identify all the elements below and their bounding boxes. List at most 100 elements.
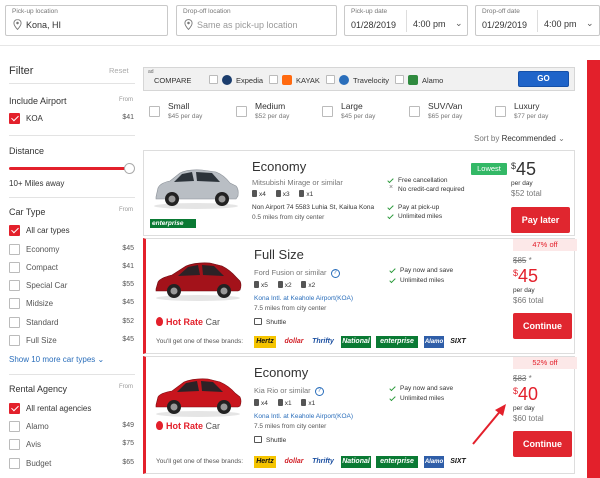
reset-link[interactable]: Reset: [109, 66, 129, 75]
show-more-car-types-link[interactable]: Show 10 more car types ⌄: [9, 355, 104, 364]
result-card-hot-rate[interactable]: Hot Rate Car Economy Kia Rio or similar?…: [143, 356, 577, 474]
checkbox[interactable]: [9, 317, 20, 328]
result-card-hot-rate[interactable]: Hot Rate Car Full Size Ford Fusion or si…: [143, 238, 577, 354]
checkbox[interactable]: [9, 421, 20, 432]
person-icon: [252, 190, 257, 197]
car-type-economy-checkbox[interactable]: Economy $45: [9, 244, 134, 256]
map-pin-icon: [184, 19, 193, 30]
car-type-fullsize-checkbox[interactable]: Full Size $45: [9, 335, 134, 347]
pickup-time-select[interactable]: 4:00 pm: [413, 19, 446, 29]
discount-badge: 47% off: [513, 239, 577, 251]
pickup-location-field[interactable]: Pick-up location Kona, HI: [5, 5, 168, 36]
price-value: 45: [518, 266, 539, 286]
car-type-midsize-checkbox[interactable]: Midsize $45: [9, 298, 134, 310]
person-icon: [254, 399, 259, 406]
check-icon-item: Unlimited miles: [390, 395, 453, 404]
checkbox[interactable]: [409, 106, 420, 117]
continue-button[interactable]: Continue: [513, 313, 572, 339]
car-type-label: Economy: [26, 245, 60, 254]
agency-all-checkbox[interactable]: All rental agencies: [9, 403, 134, 415]
checkbox[interactable]: [9, 439, 20, 450]
info-icon[interactable]: ?: [330, 268, 340, 278]
checkbox[interactable]: [149, 106, 160, 117]
dropoff-location-input[interactable]: Same as pick-up location: [197, 20, 298, 30]
checkbox[interactable]: [269, 75, 278, 84]
checkbox[interactable]: [326, 75, 335, 84]
lowest-badge: Lowest: [471, 163, 507, 175]
car-model-text: Kia Rio or similar: [254, 386, 311, 395]
from-label: From: [119, 384, 133, 390]
checkbox[interactable]: [9, 244, 20, 255]
distance-slider-handle[interactable]: [124, 163, 135, 174]
benefits-list: Free cancellation No credit-card require…: [388, 177, 464, 222]
national-logo: National: [341, 336, 371, 348]
dropoff-location-field[interactable]: Drop-off location Same as pick-up locati…: [176, 5, 337, 36]
dropoff-time-select[interactable]: 4:00 pm: [544, 19, 577, 29]
divider: [9, 374, 135, 375]
checkbox[interactable]: [9, 262, 20, 273]
car-class-title: Economy: [252, 159, 307, 174]
car-type-label: All car types: [26, 226, 70, 235]
car-features: x4 x3 x1: [252, 190, 321, 198]
size-luxury-option[interactable]: Luxury $77 per day: [489, 96, 573, 127]
checkbox[interactable]: [9, 225, 20, 236]
car-type-all-checkbox[interactable]: All car types: [9, 225, 134, 237]
checkbox[interactable]: [9, 403, 20, 414]
result-card[interactable]: enterprise Economy Mitsubishi Mirage or …: [143, 150, 575, 236]
car-type-compact-checkbox[interactable]: Compact $41: [9, 262, 134, 274]
size-name: Small: [168, 101, 190, 111]
pickup-location-input[interactable]: Kona, HI: [26, 20, 61, 30]
divider: [9, 197, 135, 198]
compare-site-name: Travelocity: [353, 76, 389, 85]
dropoff-date-input[interactable]: 01/29/2019: [482, 20, 527, 30]
from-label: From: [119, 207, 133, 213]
checkbox[interactable]: [9, 298, 20, 309]
hot-rate-logo: Hot Rate Car: [156, 421, 220, 431]
checkbox[interactable]: [9, 335, 20, 346]
distance-heading: Distance: [9, 146, 45, 156]
size-large-option[interactable]: Large $45 per day: [316, 96, 400, 127]
agency-alamo-checkbox[interactable]: Alamo $49: [9, 421, 134, 433]
agency-avis-checkbox[interactable]: Avis $75: [9, 439, 134, 451]
checkbox[interactable]: [236, 106, 247, 117]
bags-feature: x3: [275, 190, 290, 198]
info-icon[interactable]: ?: [314, 386, 324, 396]
agency-budget-checkbox[interactable]: Budget $65: [9, 458, 134, 470]
compare-site-name: Expedia: [236, 76, 264, 85]
divider: [9, 83, 135, 84]
dropoff-date-field[interactable]: Drop-off date 01/29/2019 4:00 pm ⌄: [475, 5, 600, 36]
car-class-title: Full Size: [254, 247, 304, 262]
airport-koa-checkbox[interactable]: KOA $41: [9, 113, 134, 125]
go-button[interactable]: GO: [518, 71, 569, 87]
size-price: $45 per day: [168, 113, 203, 120]
checkbox[interactable]: [395, 75, 404, 84]
pickup-date-field[interactable]: Pick-up date 01/28/2019 4:00 pm ⌄: [344, 5, 468, 36]
checkbox[interactable]: [322, 106, 333, 117]
car-type-standard-checkbox[interactable]: Standard $52: [9, 317, 134, 329]
checkbox[interactable]: [209, 75, 218, 84]
continue-button[interactable]: Continue: [513, 431, 572, 457]
car-type-special-checkbox[interactable]: Special Car $55: [9, 280, 134, 292]
checkbox[interactable]: [495, 106, 506, 117]
divider: [9, 135, 135, 136]
size-small-option[interactable]: Small $45 per day: [143, 96, 227, 127]
sort-select[interactable]: Sort by Recommended ⌄: [474, 134, 565, 143]
car-size-filter: Small $45 per day Medium $52 per day Lar…: [143, 96, 575, 127]
pickup-location-link[interactable]: Kona Intl. at Keahole Airport(KOA): [254, 295, 353, 302]
pay-later-button[interactable]: Pay later: [511, 207, 570, 233]
car-type-label: Standard: [26, 318, 59, 327]
car-type-price: $55: [122, 281, 134, 288]
checkbox[interactable]: [9, 113, 20, 124]
pickup-date-input[interactable]: 01/28/2019: [351, 20, 396, 30]
no-credit-card-item: No credit-card required: [388, 184, 464, 195]
distance-slider-track[interactable]: [9, 167, 129, 170]
pickup-location-link[interactable]: Kona Intl. at Keahole Airport(KOA): [254, 413, 353, 420]
enterprise-logo: enterprise: [376, 456, 418, 468]
checkbox[interactable]: [9, 458, 20, 469]
checkbox[interactable]: [9, 280, 20, 291]
size-suv-option[interactable]: SUV/Van $65 per day: [403, 96, 487, 127]
alamo-logo: Alamo: [424, 336, 444, 348]
check-icon-item: Pay at pick-up: [388, 204, 464, 213]
size-medium-option[interactable]: Medium $52 per day: [230, 96, 314, 127]
national-logo: National: [341, 456, 371, 468]
